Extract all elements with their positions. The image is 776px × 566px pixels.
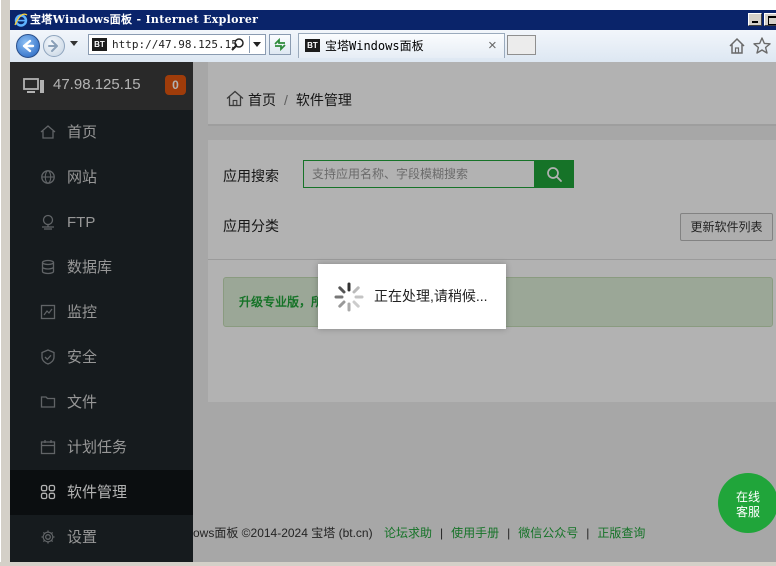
compat-refresh-button[interactable] — [269, 34, 291, 55]
window-frame-left — [0, 0, 10, 566]
browser-home-icon[interactable] — [728, 37, 746, 55]
loading-message: 正在处理,请稍候... — [374, 288, 488, 304]
site-favicon: BT — [92, 38, 107, 51]
address-url[interactable]: http://47.98.125.15 — [112, 35, 238, 54]
loading-spinner-icon — [334, 282, 364, 312]
window-titlebar: 宝塔Windows面板 - Internet Explorer — [10, 10, 776, 30]
back-arrow-icon — [22, 39, 35, 53]
window-title: 宝塔Windows面板 - Internet Explorer — [30, 13, 259, 26]
support-label-line1: 在线 — [735, 490, 760, 504]
address-dropdown-icon[interactable] — [249, 36, 264, 53]
search-icon[interactable] — [231, 37, 245, 51]
browser-toolbar: BT http://47.98.125.15 BT 宝塔Windows面板 × — [10, 30, 776, 63]
address-bar[interactable]: BT http://47.98.125.15 — [88, 34, 266, 55]
tab-close-icon[interactable]: × — [488, 37, 497, 54]
refresh-icon — [274, 37, 286, 52]
minimize-button[interactable] — [748, 13, 762, 26]
new-tab-button[interactable] — [507, 35, 536, 55]
favorites-star-icon[interactable] — [752, 36, 772, 56]
window-frame-bottom — [0, 562, 776, 566]
tab-title: 宝塔Windows面板 — [325, 39, 424, 53]
support-label-line2: 客服 — [735, 505, 760, 519]
ie-logo-icon — [14, 13, 28, 27]
forward-button[interactable] — [43, 35, 65, 57]
loading-dialog: 正在处理,请稍候... — [318, 264, 506, 329]
browser-tab[interactable]: BT 宝塔Windows面板 × — [298, 33, 505, 58]
maximize-button[interactable] — [764, 13, 776, 26]
tab-favicon: BT — [305, 39, 320, 52]
back-button[interactable] — [16, 34, 40, 58]
forward-arrow-icon — [48, 40, 58, 52]
history-dropdown-icon[interactable] — [70, 41, 78, 46]
online-support-button[interactable]: 在线 客服 — [718, 473, 776, 533]
